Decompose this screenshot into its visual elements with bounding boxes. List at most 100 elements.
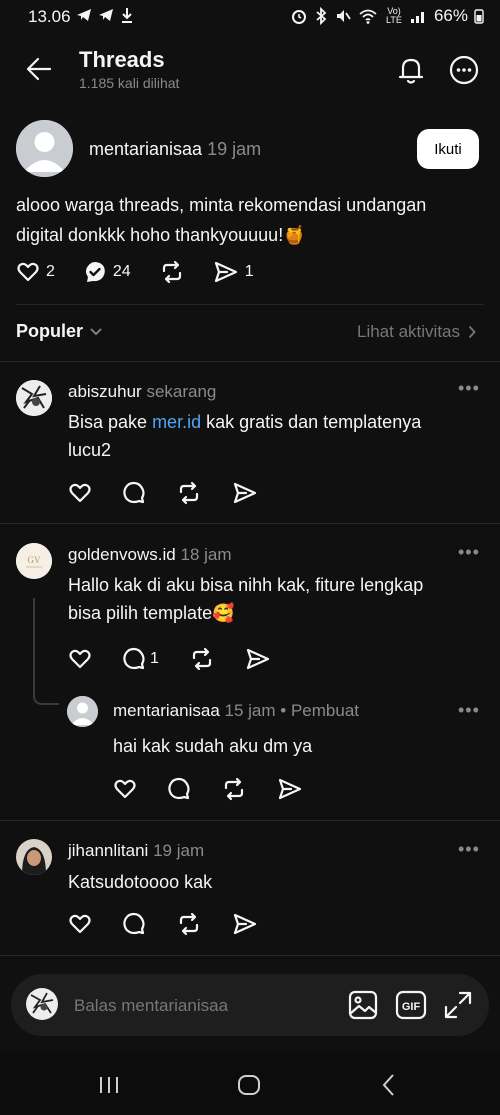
view-activity-label: Lihat aktivitas — [357, 322, 460, 341]
comment-count: 1 — [150, 650, 159, 667]
notifications-button[interactable] — [394, 53, 428, 87]
post-text-line: digital donkkk hoho thankyouuuu!🍯 — [16, 225, 306, 245]
share-button[interactable] — [232, 481, 258, 505]
gif-button[interactable]: GIF — [395, 989, 427, 1021]
alarm-icon — [291, 10, 306, 24]
heart-icon — [69, 649, 91, 669]
my-avatar — [26, 988, 58, 1020]
more-circle-icon — [449, 55, 479, 85]
reply-username[interactable]: mentarianisaa — [113, 701, 220, 720]
post-text: alooo warga threads, minta rekomendasi u… — [16, 190, 484, 250]
repost-button[interactable] — [176, 481, 202, 505]
repost-button[interactable] — [159, 260, 185, 284]
comment-bubble-icon — [123, 912, 145, 935]
comment-text-line: bisa pilih template🥰 — [68, 603, 235, 623]
commenter-avatar[interactable] — [16, 380, 52, 416]
logo-text: GV — [28, 555, 41, 565]
more-options-button[interactable] — [447, 53, 481, 87]
sort-label: Populer — [16, 321, 84, 341]
system-nav-bar — [0, 1053, 500, 1115]
system-back-button[interactable] — [380, 1073, 398, 1097]
telegram-icon — [99, 9, 113, 21]
comment-more-button[interactable]: ••• — [458, 839, 480, 860]
post-username[interactable]: mentarianisaa — [89, 139, 202, 159]
status-bar: 13.06 Vo) LTE 66% — [0, 0, 500, 34]
like-button[interactable] — [68, 481, 92, 505]
comment-more-button[interactable]: ••• — [458, 378, 480, 399]
comment-button[interactable] — [122, 912, 146, 936]
repost-button[interactable] — [176, 912, 202, 936]
comment-button[interactable] — [167, 777, 191, 801]
home-icon — [238, 1075, 260, 1095]
comment-time: sekarang — [146, 382, 217, 401]
heart-icon — [114, 779, 136, 799]
send-icon — [233, 913, 257, 935]
lte-label: Vo) LTE — [386, 6, 402, 25]
reply-time: 15 jam — [224, 701, 276, 720]
comment-username[interactable]: abiszuhur — [68, 382, 142, 401]
comment-bubble-icon — [168, 777, 190, 800]
repost-icon — [179, 912, 199, 936]
like-button[interactable]: 2 — [16, 260, 55, 284]
repost-icon — [179, 481, 199, 505]
reposted-button[interactable]: 24 — [83, 260, 131, 284]
comment-text-part: lucu2 — [68, 440, 112, 460]
comment-more-button[interactable]: ••• — [458, 542, 480, 563]
reply-avatar[interactable] — [67, 696, 98, 727]
reply-text: hai kak sudah aku dm ya — [113, 736, 313, 756]
divider — [0, 361, 500, 362]
comment-header: goldenvows.id 18 jam — [68, 545, 232, 565]
share-button[interactable] — [277, 777, 303, 801]
reply-header: mentarianisaa 15 jam • Pembuat — [113, 701, 359, 721]
commenter-avatar[interactable]: GV — [16, 543, 52, 579]
comment-username[interactable]: goldenvows.id — [68, 545, 176, 564]
divider — [0, 820, 500, 821]
recent-apps-button[interactable] — [97, 1075, 121, 1095]
repost-button[interactable] — [189, 647, 215, 671]
expand-button[interactable] — [442, 989, 474, 1021]
back-button[interactable] — [22, 54, 56, 84]
share-button[interactable] — [245, 647, 271, 671]
heart-icon — [69, 483, 91, 503]
chevron-left-icon — [382, 1074, 394, 1096]
comment-button[interactable]: 1 — [122, 647, 159, 671]
share-button[interactable]: 1 — [213, 260, 254, 284]
repost-button[interactable] — [221, 777, 247, 801]
reply-more-button[interactable]: ••• — [458, 700, 480, 721]
follow-button[interactable]: Ikuti — [417, 129, 479, 169]
download-icon — [122, 8, 132, 23]
comment-text: Bisa pake mer.id kak gratis dan template… — [68, 408, 478, 464]
post-author[interactable]: mentarianisaa 19 jam — [89, 139, 261, 160]
author-avatar[interactable] — [16, 120, 73, 177]
comment-text-part: Bisa pake — [68, 412, 153, 432]
comment-text-part: kak gratis dan templatenya — [201, 412, 422, 432]
page-title: Threads — [79, 47, 165, 72]
like-button[interactable] — [113, 777, 137, 801]
sort-dropdown[interactable]: Populer — [16, 321, 103, 342]
comment-time: 18 jam — [180, 545, 232, 564]
repost-icon — [224, 777, 244, 801]
comment-username[interactable]: jihannlitani — [68, 841, 148, 860]
post-actions: 2 24 1 — [16, 260, 254, 284]
comment-link[interactable]: mer.id — [152, 412, 201, 432]
comment-button[interactable] — [122, 481, 146, 505]
image-icon — [348, 990, 378, 1020]
divider — [0, 955, 500, 956]
home-button[interactable] — [237, 1074, 261, 1096]
send-icon — [278, 778, 302, 800]
gif-icon: GIF — [395, 990, 427, 1020]
mute-icon — [336, 10, 351, 22]
attach-image-button[interactable] — [347, 989, 379, 1021]
like-button[interactable] — [68, 912, 92, 936]
commenter-avatar[interactable] — [16, 839, 52, 875]
thread-connector — [33, 690, 59, 705]
view-activity-link[interactable]: Lihat aktivitas — [357, 322, 476, 342]
share-button[interactable] — [232, 912, 258, 936]
like-button[interactable] — [68, 647, 92, 671]
chevron-down-icon — [90, 327, 102, 335]
reply-input[interactable]: Balas mentarianisaa — [74, 996, 228, 1016]
status-right: Vo) LTE 66% — [290, 6, 484, 26]
default-avatar-icon — [16, 120, 73, 177]
telegram-icon — [77, 9, 91, 21]
comment-bubble-icon — [123, 647, 145, 670]
